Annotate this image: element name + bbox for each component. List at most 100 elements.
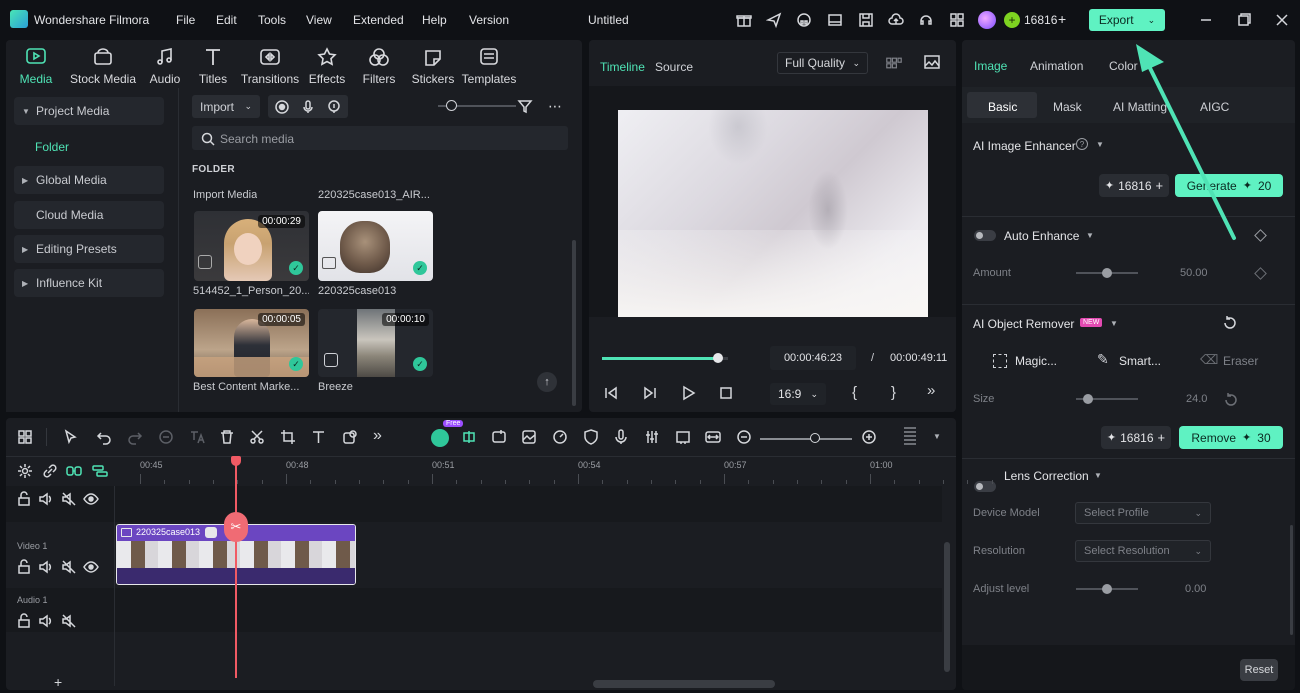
more-options-icon[interactable]: ⋯ [548,98,563,115]
zoom-in-icon[interactable] [861,429,877,445]
magic-tool-button[interactable]: Magic... [1015,354,1057,368]
add-track-icon[interactable]: + [54,674,62,690]
scroll-to-top-icon[interactable]: ↑ [537,372,557,392]
media-scrollbar[interactable] [572,240,576,406]
playhead-knob[interactable] [712,353,723,363]
next-frame-icon[interactable] [642,385,658,401]
sidebar-item-cloud-media[interactable]: Cloud Media [14,201,164,229]
send-icon[interactable] [766,12,782,28]
menu-file[interactable]: File [176,13,195,27]
adjust-level-slider-knob[interactable] [1102,584,1112,594]
previous-frame-icon[interactable] [603,385,619,401]
crop-icon[interactable] [280,429,296,445]
tab-animation[interactable]: Animation [1030,59,1083,73]
zoom-out-icon[interactable] [736,429,752,445]
sidebar-item-project-media[interactable]: ▼ Project Media [14,97,164,125]
minimize-icon[interactable] [1198,12,1214,28]
keyframe-icon[interactable] [1254,267,1267,280]
close-icon[interactable] [1274,12,1290,28]
size-slider-knob[interactable] [1083,394,1094,404]
tab-basic[interactable]: Basic [988,100,1017,114]
search-input[interactable]: Search media [192,126,568,150]
ai-split-icon[interactable] [461,429,477,445]
mute-icon[interactable] [61,559,77,575]
smart-brush-icon[interactable]: ✎ [1097,351,1109,368]
menu-view[interactable]: View [306,13,332,27]
stop-icon[interactable] [718,385,734,401]
tab-transitions[interactable]: Transitions [240,46,300,86]
aspect-ratio-select[interactable]: 16:9 ⌄ [770,383,826,405]
sidebar-item-global-media[interactable]: ▶ Global Media [14,166,164,194]
image-edit-icon[interactable] [521,429,537,445]
inspector-scrollbar[interactable] [1290,525,1293,635]
auto-enhance-toggle[interactable] [974,230,996,241]
adjust-level-value[interactable]: 0.00 [1185,583,1206,595]
mute-icon[interactable] [61,613,77,629]
timeline-zoom-slider[interactable] [760,438,852,440]
keyframe-icon[interactable] [1254,229,1267,242]
amount-value[interactable]: 50.00 [1180,267,1208,279]
lock-icon[interactable] [16,559,32,575]
layout-grid-icon[interactable] [17,429,33,445]
tab-effects[interactable]: Effects [308,46,346,86]
help-icon[interactable]: ? [1076,138,1088,150]
snapshot-icon[interactable] [924,54,940,70]
caret-down-icon[interactable]: ▼ [1086,231,1094,240]
speaker-icon[interactable] [38,559,54,575]
maximize-icon[interactable] [1236,12,1252,28]
tab-stickers[interactable]: Stickers [412,46,454,86]
magnetic-track-icon[interactable] [92,463,108,479]
tab-audio[interactable]: Audio [146,46,184,86]
eraser-icon[interactable]: ⌫ [1200,352,1218,368]
zoom-slider-knob[interactable] [446,100,457,111]
drag-handle-icon[interactable] [904,427,916,447]
lock-icon[interactable] [16,491,32,507]
tab-media[interactable]: Media [18,46,54,86]
sidebar-item-influence-kit[interactable]: ▶ Influence Kit [14,269,164,297]
playhead-handle[interactable] [231,456,241,466]
timeline-horizontal-scrollbar[interactable] [593,680,775,688]
reset-button[interactable]: Reset [1240,659,1278,681]
layout-icon[interactable] [827,12,843,28]
microphone-icon[interactable] [613,429,629,445]
ai-copilot-icon[interactable] [431,429,449,447]
device-model-select[interactable]: Select Profile ⌄ [1075,502,1211,524]
link-icon[interactable] [42,463,58,479]
tab-timeline[interactable]: Timeline [600,60,645,74]
gift-icon[interactable] [736,12,752,28]
speaker-icon[interactable] [38,491,54,507]
record-icon[interactable] [274,99,290,115]
tab-image[interactable]: Image [974,59,1007,73]
settings-icon[interactable] [17,463,33,479]
tab-templates[interactable]: Templates [462,46,516,86]
grid-view-icon[interactable] [886,55,902,71]
audio-mixer-icon[interactable] [644,429,660,445]
tab-source[interactable]: Source [655,60,693,74]
fit-icon[interactable] [705,429,721,445]
apps-grid-icon[interactable] [949,12,965,28]
add-credits-button[interactable]: + [1058,11,1066,27]
cloud-upload-icon[interactable] [888,12,904,28]
play-icon[interactable] [680,385,696,401]
auto-ripple-icon[interactable] [66,463,82,479]
split-scissors-icon[interactable]: ✂ [224,512,248,542]
eye-icon[interactable] [83,491,99,507]
tab-mask[interactable]: Mask [1053,100,1082,114]
menu-tools[interactable]: Tools [258,13,286,27]
more-tools-icon[interactable]: » [373,427,382,445]
select-tool-icon[interactable] [63,429,79,445]
quality-select[interactable]: Full Quality ⌄ [777,52,868,74]
filter-icon[interactable] [517,98,533,114]
headset-icon[interactable] [796,12,812,28]
smart-tool-button[interactable]: Smart... [1119,354,1161,368]
caret-down-icon[interactable]: ▼ [1110,319,1118,328]
video-preview-frame[interactable] [618,110,928,317]
tab-stock-media[interactable]: Stock Media [64,46,142,86]
caret-down-icon[interactable]: ▼ [1094,471,1102,480]
timeline-zoom-knob[interactable] [810,433,820,443]
media-thumb-person[interactable]: 00:00:29 ✓ [194,211,309,281]
reset-icon[interactable] [1222,315,1238,331]
mark-out-icon[interactable]: } [891,384,896,401]
lock-icon[interactable] [16,613,32,629]
media-thumb-breeze[interactable]: 00:00:10 ✓ [318,309,433,377]
